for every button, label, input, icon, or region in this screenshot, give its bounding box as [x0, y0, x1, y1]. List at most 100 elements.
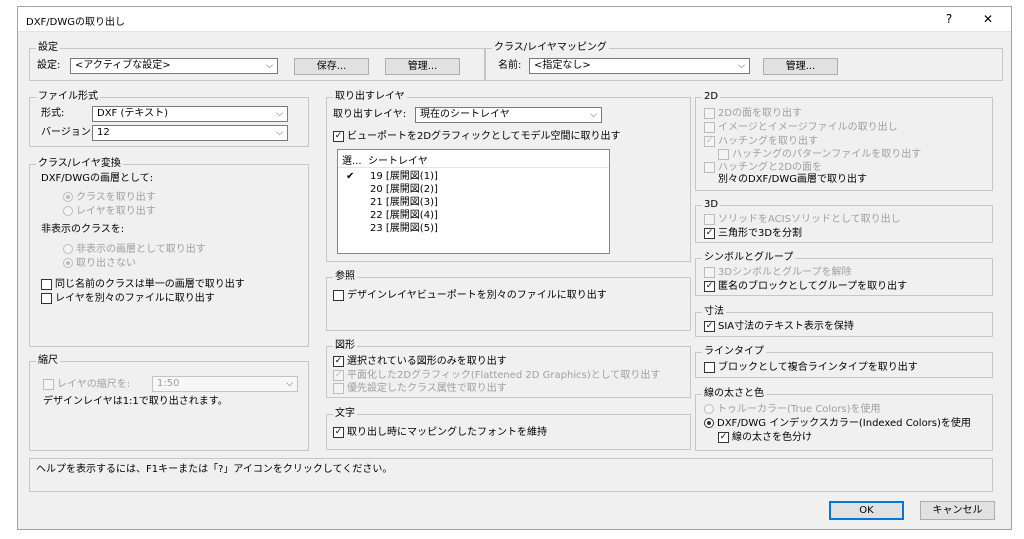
chevron-down-icon: ⌵: [266, 61, 273, 71]
scale-legend: 縮尺: [36, 354, 60, 368]
chevron-down-icon: ⌵: [738, 61, 745, 71]
same-name-class-checkbox[interactable]: 同じ名前のクラスは単一の画層で取り出す: [41, 278, 245, 291]
dimensions-group: 寸法 ✓ SIA寸法のテキスト表示を保持: [695, 305, 993, 337]
class-layer-group: クラス/レイヤ変換 DXF/DWGの画層として: クラスを取り出す レイヤを取り…: [29, 157, 309, 347]
file-format-legend: ファイル形式: [36, 90, 100, 104]
export-layers-legend: 取り出すレイヤ: [333, 90, 407, 104]
scale-group: 縮尺 レイヤの縮尺を: 1:50 ⌵ デザインレイヤは1:1で取り出されます。: [29, 354, 309, 451]
export-classes-radio[interactable]: クラスを取り出す: [63, 191, 156, 204]
export-hatching-checkbox[interactable]: ✓ ハッチングを取り出す: [704, 135, 818, 148]
export-layers-radio[interactable]: レイヤを取り出す: [63, 205, 156, 218]
export-layers-group: 取り出すレイヤ 取り出すレイヤ: 現在のシートレイヤ ⌵ ✓ ビューポートを2Dグ…: [326, 90, 691, 262]
linetype-group: ラインタイプ ブロックとして複合ラインタイプを取り出す: [695, 345, 993, 378]
list-header: 選... シートレイヤ: [338, 150, 609, 168]
version-value: 12: [97, 127, 110, 138]
chevron-down-icon: ⌵: [286, 379, 293, 389]
mapping-group: クラス/レイヤマッピング 名前: <指定なし> ⌵ 管理...: [485, 41, 1003, 81]
settings-value: <アクティブな設定>: [75, 60, 171, 71]
export-images-checkbox[interactable]: イメージとイメージファイルの取り出し: [704, 121, 898, 134]
hatch-pattern-files-checkbox[interactable]: ハッチングのパターンファイルを取り出す: [718, 148, 921, 161]
dialog-title: DXF/DWGの取り出し: [26, 17, 126, 28]
list-item[interactable]: 23 [展開図(5)]: [338, 222, 609, 235]
version-label: バージョン:: [41, 127, 95, 138]
help-text: ヘルプを表示するには、F1キーまたは「?」アイコンをクリックしてください。: [36, 464, 393, 475]
acis-solid-checkbox[interactable]: ソリッドをACISソリッドとして取り出し: [704, 213, 901, 226]
layer-scale-checkbox[interactable]: レイヤの縮尺を:: [43, 378, 130, 391]
manage-mapping-button[interactable]: 管理...: [763, 58, 838, 75]
triangulate-3d-checkbox[interactable]: ✓ 三角形で3Dを分割: [704, 227, 802, 240]
lineweight-color-legend: 線の太さと色: [702, 387, 766, 401]
class-layer-heading: DXF/DWGの画層として:: [41, 173, 154, 184]
ok-button[interactable]: OK: [829, 501, 904, 520]
save-settings-button[interactable]: 保存...: [294, 58, 369, 75]
settings-group: 設定 設定: <アクティブな設定> ⌵ 保存... 管理...: [29, 41, 485, 81]
export-layers-label: 取り出すレイヤ:: [333, 109, 407, 120]
file-format-group: ファイル形式 形式: DXF (テキスト) ⌵ バージョン: 12 ⌵: [29, 90, 309, 147]
settings-legend: 設定: [36, 41, 60, 55]
version-dropdown[interactable]: 12 ⌵: [92, 125, 288, 141]
list-item[interactable]: 22 [展開図(4)]: [338, 209, 609, 222]
settings-dropdown[interactable]: <アクティブな設定> ⌵: [70, 58, 278, 74]
mapping-dropdown[interactable]: <指定なし> ⌵: [529, 58, 750, 74]
selected-only-checkbox[interactable]: ✓ 選択されている図形のみを取り出す: [333, 355, 507, 368]
mapping-legend: クラス/レイヤマッピング: [492, 41, 609, 55]
shapes-group: 図形 ✓ 選択されている図形のみを取り出す ✓ 平面化した2Dグラフィック(Flat…: [326, 339, 691, 398]
export-layers-value: 現在のシートレイヤ: [420, 109, 510, 120]
indexed-colors-radio[interactable]: DXF/DWG インデックスカラー(Indexed Colors)を使用: [704, 417, 971, 430]
scale-note: デザインレイヤは1:1で取り出されます。: [43, 396, 228, 407]
keep-font-mapping-checkbox[interactable]: ✓ 取り出し時にマッピングしたフォントを維持: [333, 426, 547, 439]
close-button[interactable]: ✕: [975, 10, 1001, 28]
2d-group: 2D 2Dの面を取り出す イメージとイメージファイルの取り出し ✓ ハッチングを取…: [695, 90, 993, 191]
true-colors-radio[interactable]: トゥルーカラー(True Colors)を使用: [704, 403, 881, 416]
export-layers-dropdown[interactable]: 現在のシートレイヤ ⌵: [415, 107, 602, 123]
format-dropdown[interactable]: DXF (テキスト) ⌵: [92, 106, 288, 122]
layers-separate-files-checkbox[interactable]: レイヤを別々のファイルに取り出す: [41, 292, 215, 305]
lineweight-color-group: 線の太さと色 トゥルーカラー(True Colors)を使用 DXF/DWG イ…: [695, 387, 993, 451]
viewport-2d-checkbox[interactable]: ✓ ビューポートを2Dグラフィックとしてモデル空間に取り出す: [333, 130, 621, 143]
mapping-value: <指定なし>: [534, 60, 591, 71]
chevron-down-icon: ⌵: [590, 110, 597, 120]
reference-legend: 参照: [333, 270, 357, 284]
select-column-header[interactable]: 選...: [342, 152, 362, 167]
hatch-2d-faces-label-2: 別々のDXF/DWG画層で取り出す: [718, 174, 868, 185]
chevron-down-icon: ⌵: [276, 128, 283, 138]
symbols-group: シンボルとグループ 3Dシンボルとグループを解除 ✓ 匿名のブロックとしてグループ…: [695, 251, 993, 296]
list-item[interactable]: 21 [展開図(3)]: [338, 196, 609, 209]
shapes-legend: 図形: [333, 339, 357, 353]
anonymous-block-checkbox[interactable]: ✓ 匿名のブロックとしてグループを取り出す: [704, 280, 907, 293]
hidden-classes-label: 非表示のクラスを:: [41, 224, 125, 235]
sia-dimension-checkbox[interactable]: ✓ SIA寸法のテキスト表示を保持: [704, 320, 854, 333]
linetype-legend: ラインタイプ: [702, 345, 766, 359]
manage-settings-button[interactable]: 管理...: [385, 58, 460, 75]
list-item[interactable]: 20 [展開図(2)]: [338, 183, 609, 196]
sheet-layer-list[interactable]: 選... シートレイヤ ✔ 19 [展開図(1)] 20 [展開図(2)] 21 …: [337, 149, 610, 254]
lineweight-by-color-checkbox[interactable]: ✓ 線の太さを色分け: [718, 431, 812, 444]
settings-label: 設定:: [37, 60, 61, 71]
help-text-box: ヘルプを表示するには、F1キーまたは「?」アイコンをクリックしてください。: [29, 458, 993, 492]
flattened-2d-checkbox[interactable]: ✓ 平面化した2Dグラフィック(Flattened 2D Graphics)として…: [333, 369, 660, 382]
complex-linetype-checkbox[interactable]: ブロックとして複合ラインタイプを取り出す: [704, 361, 918, 374]
ungroup-3d-symbols-checkbox[interactable]: 3Dシンボルとグループを解除: [704, 266, 851, 279]
3d-legend: 3D: [702, 198, 721, 212]
symbols-legend: シンボルとグループ: [702, 251, 796, 265]
format-label: 形式:: [41, 108, 65, 119]
help-button[interactable]: ?: [936, 10, 962, 28]
preferred-class-checkbox[interactable]: 優先設定したクラス属性で取り出す: [333, 382, 507, 395]
design-viewport-checkbox[interactable]: デザインレイヤビューポートを別々のファイルに取り出す: [333, 289, 607, 302]
list-item[interactable]: ✔ 19 [展開図(1)]: [338, 170, 609, 183]
layer-scale-dropdown[interactable]: 1:50 ⌵: [152, 376, 298, 392]
class-layer-legend: クラス/レイヤ変換: [36, 157, 123, 171]
layer-scale-value: 1:50: [157, 378, 180, 389]
export-2d-faces-checkbox[interactable]: 2Dの面を取り出す: [704, 107, 802, 120]
2d-legend: 2D: [702, 90, 721, 104]
mapping-label: 名前:: [498, 60, 522, 71]
sheet-layer-column-header[interactable]: シートレイヤ: [368, 152, 428, 167]
text-legend: 文字: [333, 407, 357, 421]
text-group: 文字 ✓ 取り出し時にマッピングしたフォントを維持: [326, 407, 691, 450]
format-value: DXF (テキスト): [97, 108, 168, 119]
cancel-button[interactable]: キャンセル: [920, 501, 995, 520]
title-bar: DXF/DWGの取り出し ? ✕: [18, 7, 1011, 32]
hidden-as-layer-radio[interactable]: 非表示の画層として取り出す: [63, 243, 206, 256]
do-not-export-radio[interactable]: 取り出さない: [63, 257, 136, 270]
reference-group: 参照 デザインレイヤビューポートを別々のファイルに取り出す: [326, 270, 691, 331]
